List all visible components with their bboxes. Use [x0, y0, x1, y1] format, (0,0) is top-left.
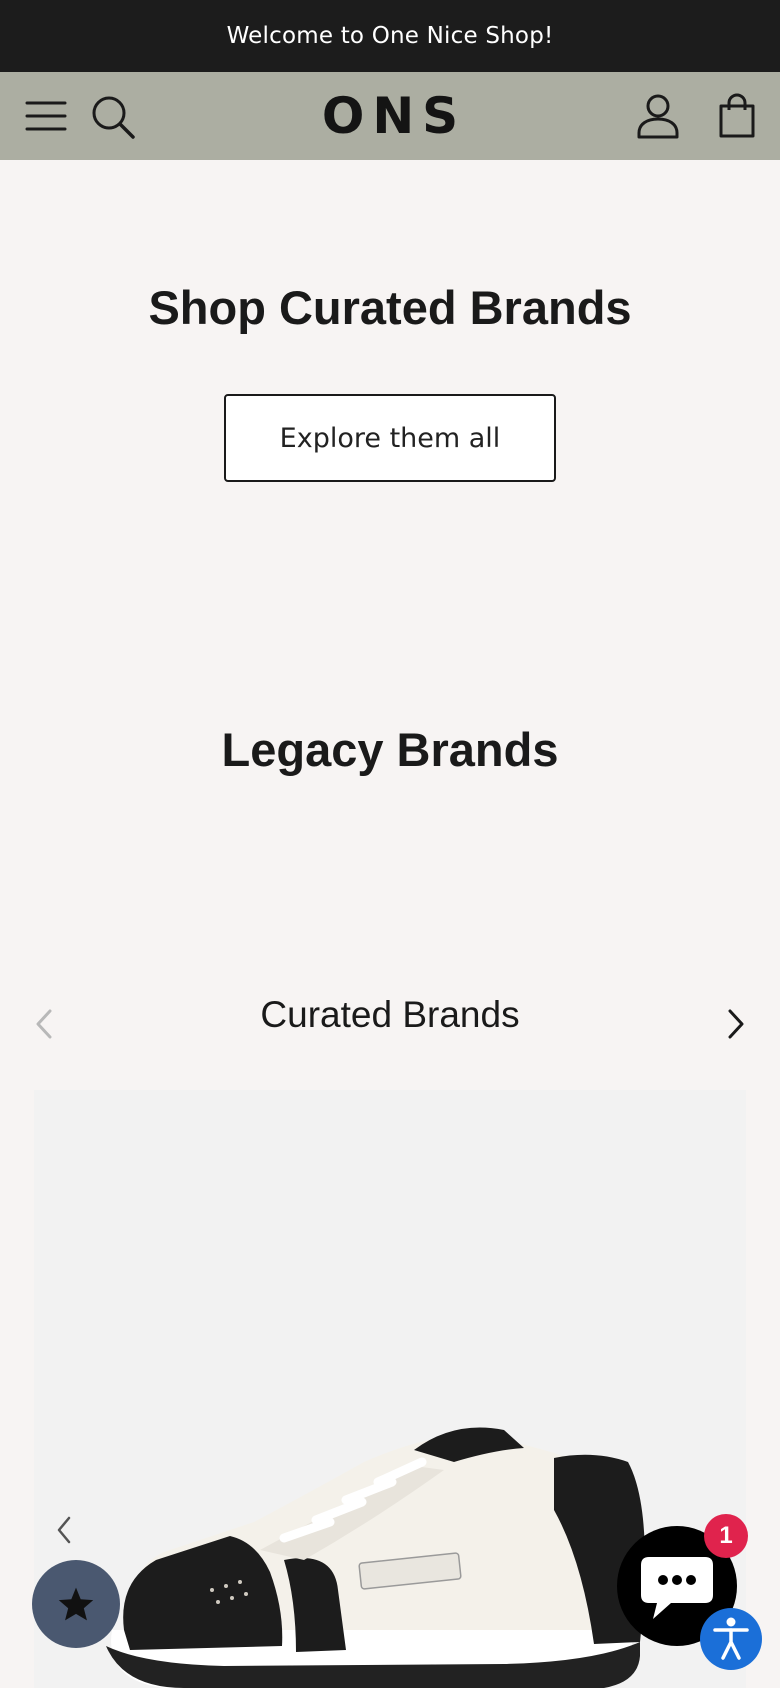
carousel-title: Curated Brands: [260, 994, 520, 1035]
explore-button[interactable]: Explore them all: [224, 394, 556, 482]
site-header: ONS: [0, 72, 780, 160]
cart-icon[interactable]: [712, 88, 762, 142]
star-icon: [58, 1587, 94, 1621]
carousel-next-arrow[interactable]: [720, 1004, 752, 1044]
accessibility-button[interactable]: [700, 1608, 762, 1670]
chat-icon: [641, 1557, 713, 1619]
accessibility-icon: [713, 1617, 749, 1660]
account-icon[interactable]: [632, 90, 684, 142]
rewards-button[interactable]: [32, 1560, 120, 1648]
search-icon[interactable]: [88, 92, 138, 142]
logo-text[interactable]: ONS: [314, 87, 466, 145]
hero-title: Shop Curated Brands: [148, 281, 632, 334]
product-image-prev-arrow[interactable]: [48, 1510, 80, 1550]
announcement-bar: Welcome to One Nice Shop!: [0, 0, 780, 72]
legacy-brands-title: Legacy Brands: [221, 723, 559, 776]
chat-badge: 1: [704, 1514, 748, 1558]
menu-icon[interactable]: [22, 92, 70, 140]
announcement-text: Welcome to One Nice Shop!: [226, 23, 554, 49]
